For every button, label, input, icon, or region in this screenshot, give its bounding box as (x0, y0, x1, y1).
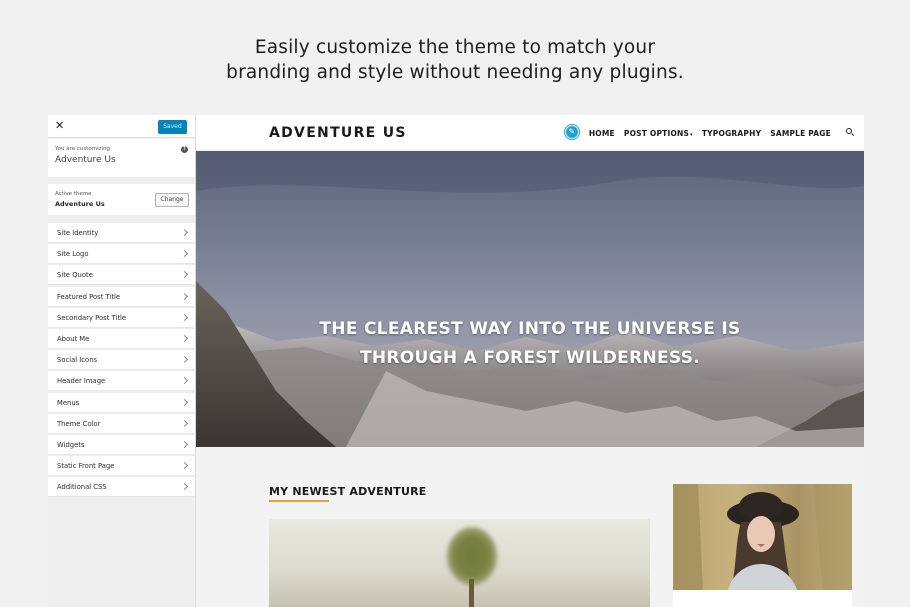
customizing-label: You are customizing (55, 146, 111, 152)
customizing-site-name: Adventure Us (55, 155, 116, 165)
section-label: Widgets (57, 440, 85, 449)
hero-quote-line-2: THROUGH A FOREST WILDERNESS. (359, 348, 701, 368)
featured-post-image[interactable] (269, 519, 650, 607)
chevron-right-icon (180, 271, 189, 279)
chevron-right-icon (180, 292, 189, 300)
section-label: Social Icons (57, 356, 98, 365)
section-site-logo[interactable]: Site Logo (48, 244, 195, 265)
active-theme-box: Active theme Adventure Us Change (48, 184, 195, 215)
section-label: Secondary Post Title (57, 313, 127, 322)
section-menus[interactable]: Menus (48, 392, 195, 413)
title-underline (269, 500, 329, 502)
chevron-right-icon (180, 313, 189, 321)
content-area: MY NEWEST ADVENTURE (196, 447, 864, 607)
chevron-right-icon (180, 419, 189, 427)
section-widgets[interactable]: Widgets (48, 434, 195, 455)
chevron-right-icon (180, 356, 189, 364)
tree-trunk (469, 579, 474, 607)
section-label: Static Front Page (57, 462, 115, 471)
chevron-right-icon (180, 398, 189, 406)
headline-line-1: Easily customize the theme to match your (254, 37, 656, 58)
section-label: Site Identity (57, 229, 99, 237)
site-preview: ADVENTURE US ✎ HOME POST OPTIONS▾ TYPOGR… (196, 115, 864, 607)
section-secondary-post-title[interactable]: Secondary Post Title (48, 307, 195, 328)
profile-photo[interactable] (673, 484, 852, 590)
customizing-info: You are customizing Adventure Us ? (48, 139, 195, 177)
section-theme-color[interactable]: Theme Color (48, 413, 195, 434)
section-label: Header Image (57, 377, 106, 386)
marketing-headline: Easily customize the theme to match your… (0, 35, 910, 85)
site-header: ADVENTURE US ✎ HOME POST OPTIONS▾ TYPOGR… (196, 115, 864, 151)
about-me-card (673, 484, 852, 607)
nav-post-options[interactable]: POST OPTIONS▾ (624, 129, 693, 138)
section-label: Menus (57, 398, 80, 407)
section-label: Featured Post Title (57, 292, 121, 301)
chevron-right-icon (180, 228, 189, 237)
chevron-right-icon (180, 483, 189, 491)
pencil-icon[interactable]: ✎ (564, 125, 579, 139)
section-about-me[interactable]: About Me (48, 328, 195, 349)
chevron-right-icon (180, 250, 189, 258)
nav-sample-page[interactable]: SAMPLE PAGE (770, 129, 831, 138)
tree-crown (447, 527, 497, 585)
section-header-image[interactable]: Header Image (48, 371, 195, 392)
mountain-landscape (196, 151, 864, 447)
section-label: Site Logo (57, 250, 89, 259)
nav-post-options-label: POST OPTIONS (623, 128, 690, 138)
hero-image: THE CLEAREST WAY INTO THE UNIVERSE IS TH… (196, 151, 864, 447)
caret-down-icon: ▾ (690, 131, 693, 138)
nav-typography[interactable]: TYPOGRAPHY (702, 129, 761, 138)
change-theme-button[interactable]: Change (155, 193, 189, 207)
help-icon[interactable]: ? (181, 146, 188, 153)
chevron-right-icon (180, 462, 189, 470)
main-nav: ✎ HOME POST OPTIONS▾ TYPOGRAPHY SAMPLE P… (564, 125, 855, 139)
nav-home[interactable]: HOME (589, 129, 615, 138)
section-site-identity[interactable]: Site Identity (48, 223, 195, 243)
chevron-right-icon (180, 377, 189, 385)
section-label: Site Quote (57, 271, 93, 280)
chevron-right-icon (180, 334, 189, 342)
section-social-icons[interactable]: Social Icons (48, 350, 195, 371)
section-static-front-page[interactable]: Static Front Page (48, 456, 195, 477)
customizer-sections: Site Identity Site Logo Site Quote Featu… (48, 223, 195, 498)
hero-quote-line-1: THE CLEAREST WAY INTO THE UNIVERSE IS (319, 319, 741, 339)
customizer-header: ✕ Saved (48, 115, 195, 138)
profile-portrait (673, 484, 852, 590)
saved-button[interactable]: Saved (158, 120, 187, 134)
section-title: MY NEWEST ADVENTURE (269, 485, 427, 498)
site-logo[interactable]: ADVENTURE US (269, 125, 407, 141)
section-label: About Me (57, 334, 90, 343)
section-featured-post-title[interactable]: Featured Post Title (48, 286, 195, 307)
hero-quote: THE CLEAREST WAY INTO THE UNIVERSE IS TH… (196, 315, 864, 373)
section-label: Theme Color (57, 419, 101, 428)
section-additional-css[interactable]: Additional CSS (48, 477, 195, 498)
chevron-right-icon (180, 440, 189, 448)
customizer-panel: ✕ Saved You are customizing Adventure Us… (48, 115, 196, 607)
section-site-quote[interactable]: Site Quote (48, 265, 195, 286)
close-icon[interactable]: ✕ (55, 119, 64, 132)
section-label: Additional CSS (57, 483, 107, 492)
search-icon[interactable] (846, 128, 855, 137)
headline-line-2: branding and style without needing any p… (226, 62, 684, 83)
